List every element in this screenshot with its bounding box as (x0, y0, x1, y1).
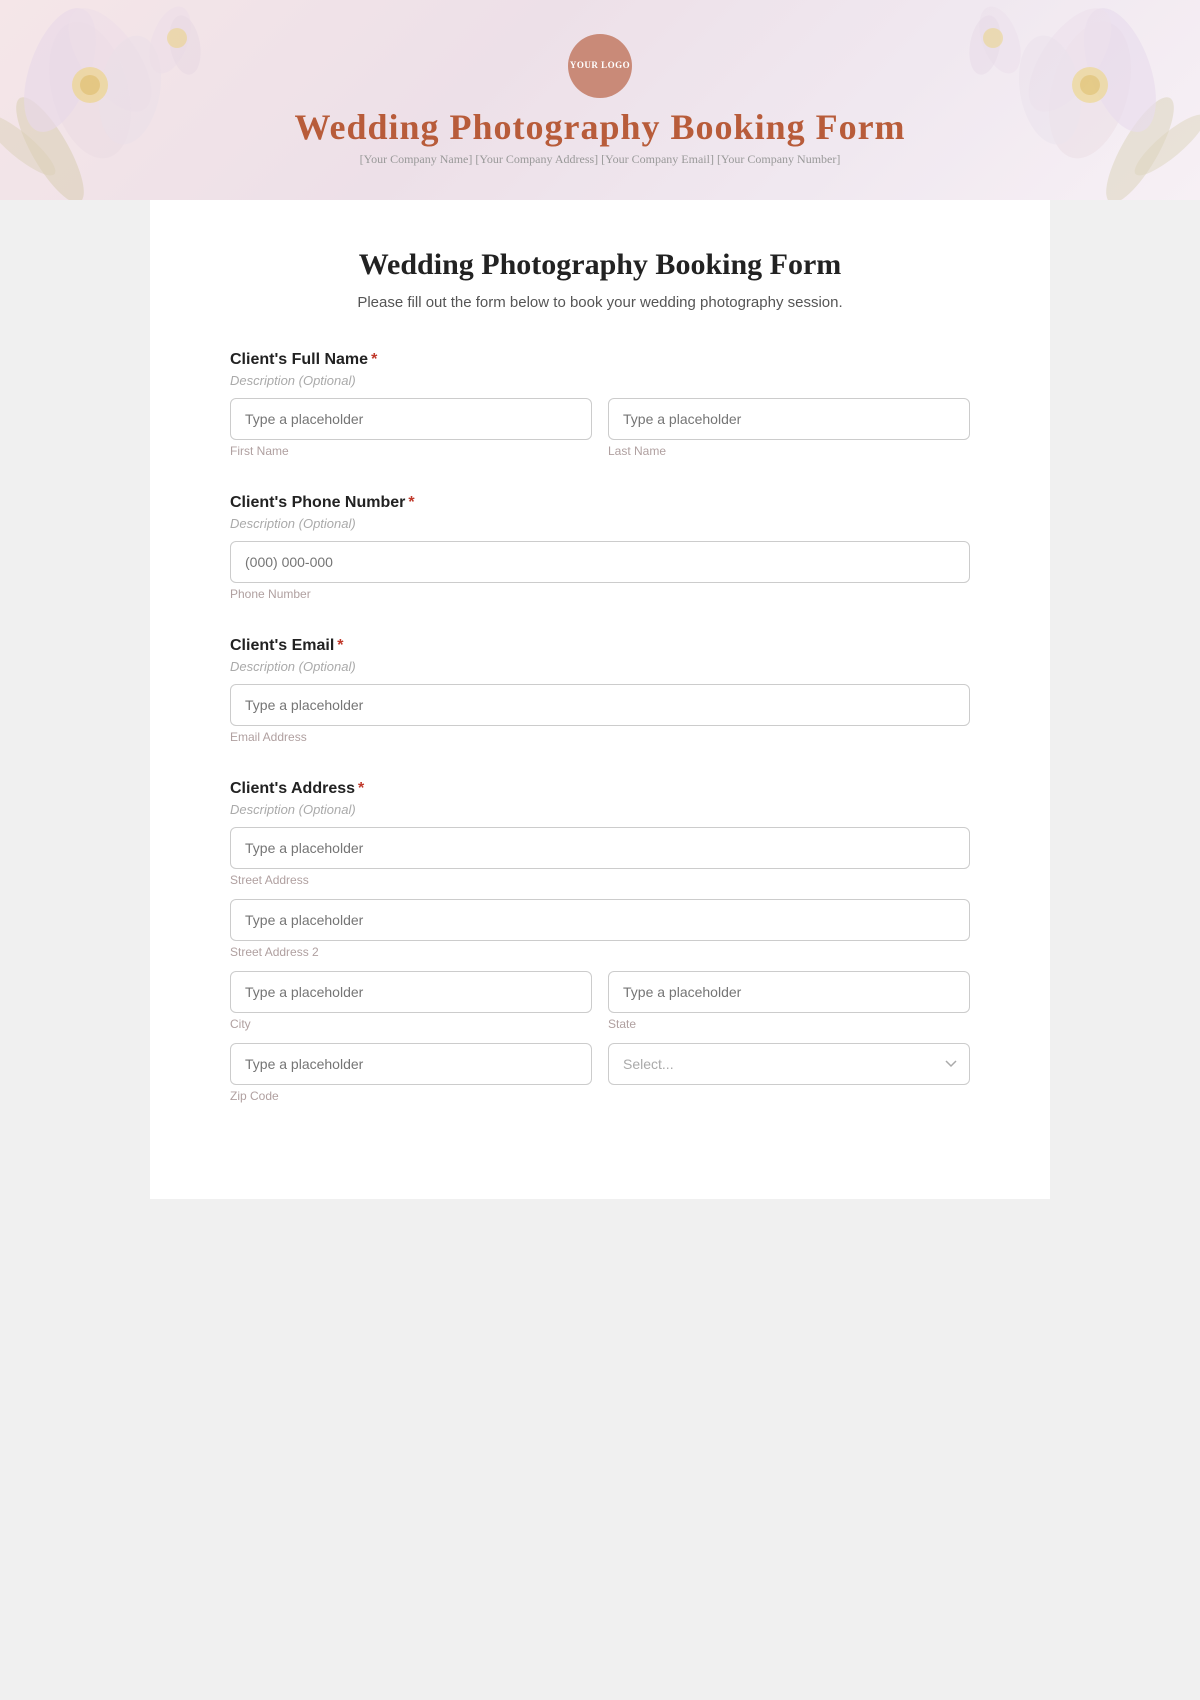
flower-left-decoration (0, 0, 250, 200)
email-label: Client's Email* (230, 637, 970, 655)
street-address2-row: Street Address 2 (230, 899, 970, 959)
email-input[interactable] (230, 684, 970, 726)
field-address: Client's Address* Description (Optional)… (230, 780, 970, 1103)
first-name-input[interactable] (230, 398, 592, 440)
street-address2-wrapper: Street Address 2 (230, 899, 970, 959)
full-name-description: Description (Optional) (230, 373, 970, 388)
first-name-sublabel: First Name (230, 444, 592, 458)
required-indicator: * (358, 780, 364, 797)
country-select[interactable]: Select... United States United Kingdom C… (608, 1043, 970, 1085)
banner-title: Wedding Photography Booking Form (294, 106, 905, 148)
state-wrapper: State (608, 971, 970, 1031)
city-state-row: City State (230, 971, 970, 1031)
phone-label: Client's Phone Number* (230, 494, 970, 512)
email-description: Description (Optional) (230, 659, 970, 674)
street-address-input[interactable] (230, 827, 970, 869)
address-label: Client's Address* (230, 780, 970, 798)
city-input[interactable] (230, 971, 592, 1013)
email-sublabel: Email Address (230, 730, 970, 744)
phone-description: Description (Optional) (230, 516, 970, 531)
street-address-sublabel: Street Address (230, 873, 970, 887)
city-wrapper: City (230, 971, 592, 1031)
phone-sublabel: Phone Number (230, 587, 970, 601)
form-container: Wedding Photography Booking Form Please … (150, 200, 1050, 1199)
city-sublabel: City (230, 1017, 592, 1031)
logo: YOUR LOGO (568, 34, 632, 98)
zip-sublabel: Zip Code (230, 1089, 592, 1103)
full-name-inputs: First Name Last Name (230, 398, 970, 458)
field-email: Client's Email* Description (Optional) E… (230, 637, 970, 744)
zip-country-row: Zip Code Select... United States United … (230, 1043, 970, 1103)
form-description: Please fill out the form below to book y… (230, 294, 970, 311)
email-inputs: Email Address (230, 684, 970, 744)
email-wrapper: Email Address (230, 684, 970, 744)
last-name-wrapper: Last Name (608, 398, 970, 458)
header-banner: YOUR LOGO Wedding Photography Booking Fo… (0, 0, 1200, 200)
banner-subtitle: [Your Company Name] [Your Company Addres… (360, 152, 841, 167)
phone-inputs: Phone Number (230, 541, 970, 601)
required-indicator: * (371, 351, 377, 368)
first-name-wrapper: First Name (230, 398, 592, 458)
last-name-input[interactable] (608, 398, 970, 440)
zip-wrapper: Zip Code (230, 1043, 592, 1103)
phone-wrapper: Phone Number (230, 541, 970, 601)
required-indicator: * (408, 494, 414, 511)
required-indicator: * (337, 637, 343, 654)
country-wrapper: Select... United States United Kingdom C… (608, 1043, 970, 1103)
street-address2-input[interactable] (230, 899, 970, 941)
full-name-label: Client's Full Name* (230, 351, 970, 369)
field-phone: Client's Phone Number* Description (Opti… (230, 494, 970, 601)
zip-input[interactable] (230, 1043, 592, 1085)
state-input[interactable] (608, 971, 970, 1013)
last-name-sublabel: Last Name (608, 444, 970, 458)
street-address-row: Street Address (230, 827, 970, 887)
flower-right-decoration (960, 0, 1200, 200)
field-full-name: Client's Full Name* Description (Optiona… (230, 351, 970, 458)
state-sublabel: State (608, 1017, 970, 1031)
form-title: Wedding Photography Booking Form (230, 248, 970, 282)
address-description: Description (Optional) (230, 802, 970, 817)
street-address-wrapper: Street Address (230, 827, 970, 887)
phone-input[interactable] (230, 541, 970, 583)
street-address2-sublabel: Street Address 2 (230, 945, 970, 959)
